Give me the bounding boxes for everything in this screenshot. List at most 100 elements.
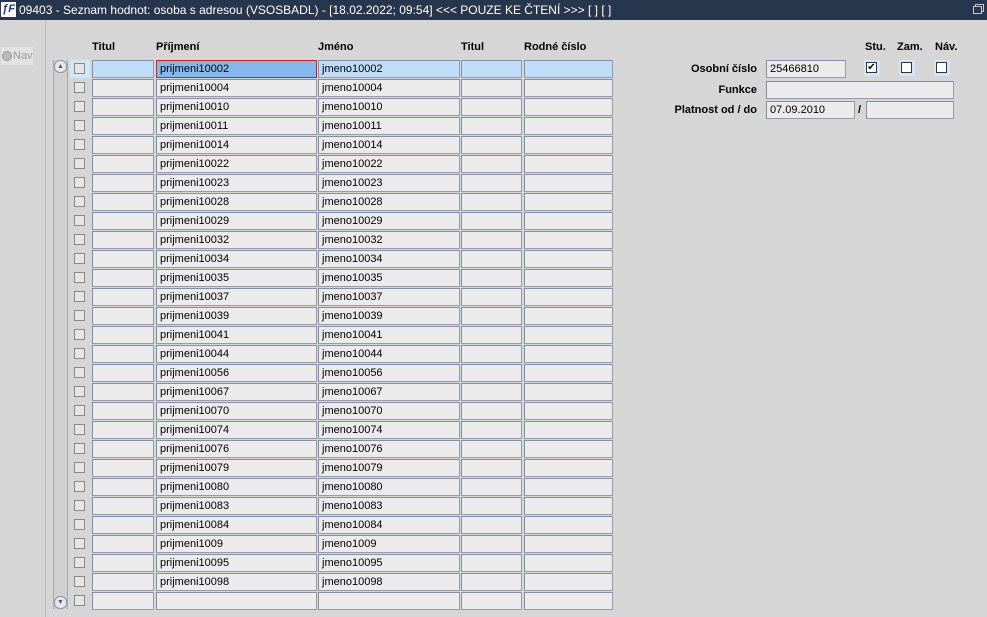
- row-select-checkbox[interactable]: [70, 326, 90, 344]
- row-select-checkbox[interactable]: [70, 60, 90, 78]
- jmeno-cell[interactable]: jmeno10035: [318, 269, 460, 287]
- prijmeni-cell[interactable]: [156, 592, 317, 610]
- checkbox[interactable]: [74, 424, 85, 435]
- row-select-checkbox[interactable]: [70, 288, 90, 306]
- titul-cell[interactable]: [92, 250, 154, 268]
- table-row[interactable]: prijmeni10084 jmeno10084: [70, 516, 615, 534]
- titul-za-cell[interactable]: [461, 421, 522, 439]
- rodne-cislo-cell[interactable]: [524, 212, 613, 230]
- table-row[interactable]: prijmeni10002 jmeno10002: [70, 60, 615, 78]
- titul-za-cell[interactable]: [461, 155, 522, 173]
- prijmeni-cell[interactable]: prijmeni10076: [156, 440, 317, 458]
- row-select-checkbox[interactable]: [70, 269, 90, 287]
- titul-cell[interactable]: [92, 212, 154, 230]
- rodne-cislo-cell[interactable]: [524, 193, 613, 211]
- titul-cell[interactable]: [92, 421, 154, 439]
- rodne-cislo-cell[interactable]: [524, 573, 613, 591]
- checkbox[interactable]: [74, 101, 85, 112]
- jmeno-cell[interactable]: jmeno10010: [318, 98, 460, 116]
- jmeno-cell[interactable]: jmeno10029: [318, 212, 460, 230]
- platnost-do-field[interactable]: [866, 101, 954, 119]
- checkbox[interactable]: [74, 310, 85, 321]
- row-select-checkbox[interactable]: [70, 136, 90, 154]
- checkbox[interactable]: [74, 139, 85, 150]
- jmeno-cell[interactable]: jmeno10083: [318, 497, 460, 515]
- table-row[interactable]: prijmeni10039 jmeno10039: [70, 307, 615, 325]
- jmeno-cell[interactable]: jmeno10095: [318, 554, 460, 572]
- prijmeni-cell[interactable]: prijmeni10039: [156, 307, 317, 325]
- titul-cell[interactable]: [92, 136, 154, 154]
- prijmeni-cell[interactable]: prijmeni10023: [156, 174, 317, 192]
- table-row[interactable]: [70, 592, 615, 610]
- rodne-cislo-cell[interactable]: [524, 269, 613, 287]
- table-row[interactable]: prijmeni10028 jmeno10028: [70, 193, 615, 211]
- titul-cell[interactable]: [92, 516, 154, 534]
- rodne-cislo-cell[interactable]: [524, 478, 613, 496]
- table-row[interactable]: prijmeni10035 jmeno10035: [70, 269, 615, 287]
- row-select-checkbox[interactable]: [70, 535, 90, 553]
- checkbox[interactable]: [74, 462, 85, 473]
- jmeno-cell[interactable]: jmeno10002: [318, 60, 460, 78]
- row-select-checkbox[interactable]: [70, 592, 90, 610]
- table-row[interactable]: prijmeni10067 jmeno10067: [70, 383, 615, 401]
- prijmeni-cell[interactable]: prijmeni10028: [156, 193, 317, 211]
- rodne-cislo-cell[interactable]: [524, 364, 613, 382]
- table-row[interactable]: prijmeni10037 jmeno10037: [70, 288, 615, 306]
- rodne-cislo-cell[interactable]: [524, 383, 613, 401]
- prijmeni-cell[interactable]: prijmeni10022: [156, 155, 317, 173]
- jmeno-cell[interactable]: jmeno10014: [318, 136, 460, 154]
- prijmeni-cell[interactable]: prijmeni10083: [156, 497, 317, 515]
- rodne-cislo-cell[interactable]: [524, 402, 613, 420]
- titul-za-cell[interactable]: [461, 269, 522, 287]
- checkbox[interactable]: [74, 386, 85, 397]
- titul-cell[interactable]: [92, 288, 154, 306]
- rodne-cislo-cell[interactable]: [524, 554, 613, 572]
- checkbox[interactable]: [74, 576, 85, 587]
- checkbox[interactable]: [74, 519, 85, 530]
- row-select-checkbox[interactable]: [70, 212, 90, 230]
- table-row[interactable]: prijmeni10079 jmeno10079: [70, 459, 615, 477]
- titul-za-cell[interactable]: [461, 554, 522, 572]
- titul-cell[interactable]: [92, 554, 154, 572]
- prijmeni-cell[interactable]: prijmeni10035: [156, 269, 317, 287]
- table-row[interactable]: prijmeni10010 jmeno10010: [70, 98, 615, 116]
- titul-za-cell[interactable]: [461, 516, 522, 534]
- titul-za-cell[interactable]: [461, 136, 522, 154]
- nav-checkbox[interactable]: [934, 60, 950, 76]
- prijmeni-cell[interactable]: prijmeni10095: [156, 554, 317, 572]
- row-select-checkbox[interactable]: [70, 250, 90, 268]
- table-row[interactable]: prijmeni10032 jmeno10032: [70, 231, 615, 249]
- rodne-cislo-cell[interactable]: [524, 440, 613, 458]
- table-row[interactable]: prijmeni10023 jmeno10023: [70, 174, 615, 192]
- prijmeni-cell[interactable]: prijmeni10098: [156, 573, 317, 591]
- titul-za-cell[interactable]: [461, 250, 522, 268]
- prijmeni-cell[interactable]: prijmeni10002: [156, 60, 317, 78]
- jmeno-cell[interactable]: [318, 592, 460, 610]
- titul-za-cell[interactable]: [461, 117, 522, 135]
- table-row[interactable]: prijmeni10014 jmeno10014: [70, 136, 615, 154]
- jmeno-cell[interactable]: jmeno10039: [318, 307, 460, 325]
- rodne-cislo-cell[interactable]: [524, 79, 613, 97]
- titul-za-cell[interactable]: [461, 307, 522, 325]
- rodne-cislo-cell[interactable]: [524, 592, 613, 610]
- row-select-checkbox[interactable]: [70, 364, 90, 382]
- jmeno-cell[interactable]: jmeno10023: [318, 174, 460, 192]
- jmeno-cell[interactable]: jmeno10028: [318, 193, 460, 211]
- titul-za-cell[interactable]: [461, 383, 522, 401]
- row-select-checkbox[interactable]: [70, 231, 90, 249]
- titul-za-cell[interactable]: [461, 440, 522, 458]
- row-select-checkbox[interactable]: [70, 174, 90, 192]
- row-select-checkbox[interactable]: [70, 98, 90, 116]
- jmeno-cell[interactable]: jmeno10084: [318, 516, 460, 534]
- titul-za-cell[interactable]: [461, 79, 522, 97]
- checkbox[interactable]: [74, 500, 85, 511]
- row-select-checkbox[interactable]: [70, 421, 90, 439]
- jmeno-cell[interactable]: jmeno10056: [318, 364, 460, 382]
- prijmeni-cell[interactable]: prijmeni10080: [156, 478, 317, 496]
- titul-cell[interactable]: [92, 440, 154, 458]
- scroll-down-button[interactable]: ▼: [54, 596, 67, 609]
- nav-radio[interactable]: Nav: [1, 47, 33, 65]
- row-select-checkbox[interactable]: [70, 117, 90, 135]
- checkbox[interactable]: [74, 538, 85, 549]
- restore-window-icon[interactable]: [973, 4, 984, 14]
